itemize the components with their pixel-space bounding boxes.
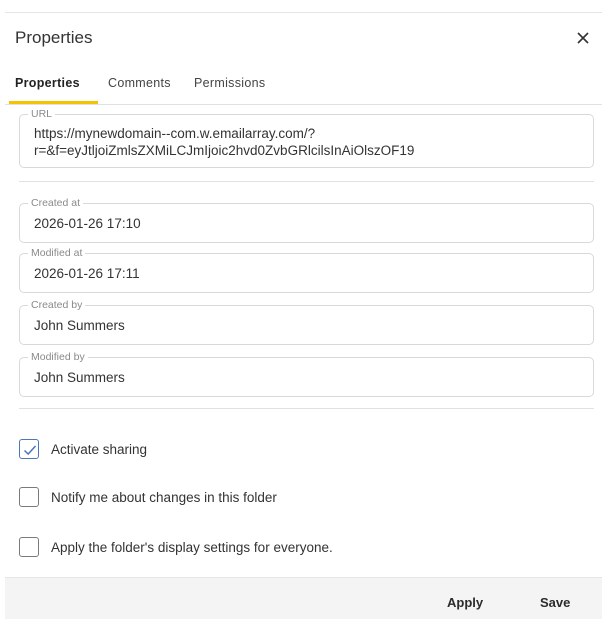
url-field[interactable]: URL https://mynewdomain--com.w.emailarra… xyxy=(19,108,594,168)
apply-display-settings-checkbox[interactable]: Apply the folder's display settings for … xyxy=(19,536,333,558)
divider xyxy=(19,408,594,409)
created-by-value: John Summers xyxy=(34,318,125,333)
created-at-label: Created at xyxy=(28,197,84,210)
tab-permissions[interactable]: Permissions xyxy=(194,76,265,90)
checkbox-unchecked[interactable] xyxy=(19,487,39,507)
save-button[interactable]: Save xyxy=(540,595,570,610)
checkbox-unchecked[interactable] xyxy=(19,537,39,557)
url-field-label: URL xyxy=(28,108,56,121)
apply-display-settings-label: Apply the folder's display settings for … xyxy=(51,539,333,555)
created-by-label: Created by xyxy=(28,299,86,312)
dialog-footer: Apply Save xyxy=(5,577,602,619)
properties-panel: URL https://mynewdomain--com.w.emailarra… xyxy=(5,105,602,577)
notify-changes-label: Notify me about changes in this folder xyxy=(51,489,277,505)
divider xyxy=(19,181,594,182)
tab-properties[interactable]: Properties xyxy=(15,76,80,90)
modified-by-label: Modified by xyxy=(28,351,88,364)
created-at-field: Created at 2026-01-26 17:10 xyxy=(19,197,594,243)
close-icon[interactable] xyxy=(572,27,594,49)
checkbox-checked[interactable] xyxy=(19,439,39,459)
url-value-line1: https://mynewdomain--com.w.emailarray.co… xyxy=(34,126,316,141)
modified-at-value: 2026-01-26 17:11 xyxy=(34,266,140,281)
url-value-line2: r=&f=eyJtljoiZmlsZXMiLCJmIjoic2hvd0ZvbGR… xyxy=(34,143,415,158)
activate-sharing-label: Activate sharing xyxy=(51,441,148,457)
modified-at-field: Modified at 2026-01-26 17:11 xyxy=(19,247,594,293)
apply-button[interactable]: Apply xyxy=(447,595,483,610)
dialog-title: Properties xyxy=(15,28,93,47)
activate-sharing-checkbox[interactable]: Activate sharing xyxy=(19,438,147,460)
active-tab-indicator xyxy=(9,101,98,104)
created-by-field: Created by John Summers xyxy=(19,299,594,345)
tab-comments[interactable]: Comments xyxy=(108,76,171,90)
created-at-value: 2026-01-26 17:10 xyxy=(34,216,141,231)
modified-by-value: John Summers xyxy=(34,370,125,385)
tab-bar: Properties Comments Permissions xyxy=(5,67,602,105)
properties-dialog: Properties Properties Comments Permissio… xyxy=(5,12,602,619)
modified-at-label: Modified at xyxy=(28,247,86,260)
notify-changes-checkbox[interactable]: Notify me about changes in this folder xyxy=(19,486,277,508)
modified-by-field: Modified by John Summers xyxy=(19,351,594,397)
dialog-header: Properties xyxy=(5,13,602,63)
